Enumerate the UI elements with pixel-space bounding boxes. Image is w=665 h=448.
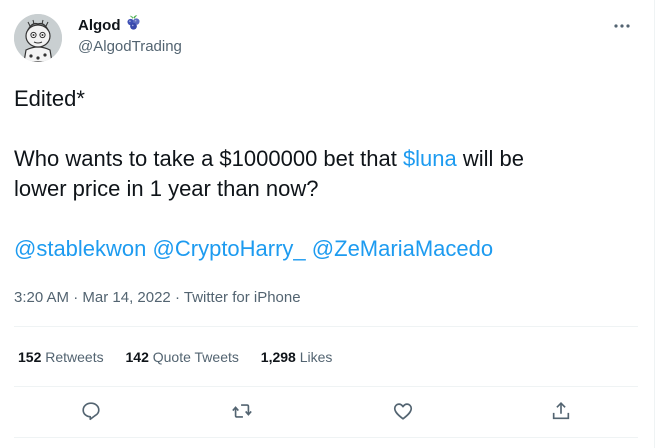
tweet-date[interactable]: Mar 14, 2022 [82, 289, 170, 306]
likes-count: 1,298 [260, 349, 296, 365]
retweets-stat[interactable]: 152 Retweets [18, 347, 104, 367]
avatar-image [14, 14, 62, 62]
likes-stat[interactable]: 1,298 Likes [261, 347, 333, 367]
quote-tweets-stat[interactable]: 142 Quote Tweets [126, 347, 239, 367]
blueberries-icon [125, 14, 142, 37]
tweet-card: Algod @AlgodTrading Edited* Who wants to… [0, 0, 655, 448]
mention-link[interactable]: @stablekwon [14, 236, 146, 261]
tweet-time[interactable]: 3:20 AM [14, 289, 69, 306]
tweet-text-prefix: Who wants to take a $1000000 bet that [14, 146, 403, 171]
divider [14, 386, 638, 387]
reply-icon[interactable] [78, 398, 104, 424]
avatar[interactable] [14, 14, 62, 62]
divider [14, 326, 638, 327]
display-name[interactable]: Algod [78, 16, 121, 36]
tweet-source[interactable]: Twitter for iPhone [184, 289, 301, 306]
mention-link[interactable]: @ZeMariaMacedo [312, 236, 493, 261]
retweets-label: Retweets [45, 349, 104, 365]
tweet-spacer [14, 204, 634, 234]
mention-link[interactable]: @CryptoHarry_ [153, 236, 306, 261]
share-icon[interactable] [548, 398, 574, 424]
quote-tweets-count: 142 [125, 349, 149, 365]
more-options-icon[interactable] [612, 16, 632, 36]
divider [14, 437, 638, 438]
like-icon[interactable] [390, 398, 416, 424]
handle[interactable]: @AlgodTrading [78, 37, 182, 57]
quote-tweets-label: Quote Tweets [152, 349, 239, 365]
author-block: Algod @AlgodTrading [78, 14, 182, 57]
tweet-line-question: Who wants to take a $1000000 bet that $l… [14, 144, 634, 174]
mentions-line: @stablekwon @CryptoHarry_ @ZeMariaMacedo [14, 234, 634, 264]
meta-separator: · [174, 289, 180, 306]
tweet-line-edited: Edited* [14, 86, 85, 111]
meta-separator: · [73, 289, 79, 306]
retweet-icon[interactable] [229, 398, 255, 424]
display-name-row[interactable]: Algod [78, 14, 182, 37]
tweet-spacer [14, 114, 634, 144]
retweets-count: 152 [18, 349, 42, 365]
tweet-text-suffix: will be [456, 146, 525, 171]
engagement-stats: 152 Retweets 142 Quote Tweets 1,298 Like… [18, 347, 350, 367]
cashtag-link[interactable]: $luna [403, 146, 457, 171]
tweet-text: Edited* Who wants to take a $1000000 bet… [14, 84, 634, 264]
tweet-meta: 3:20 AM · Mar 14, 2022 · Twitter for iPh… [14, 288, 301, 308]
likes-label: Likes [299, 349, 333, 365]
tweet-line-continuation: lower price in 1 year than now? [14, 176, 319, 201]
